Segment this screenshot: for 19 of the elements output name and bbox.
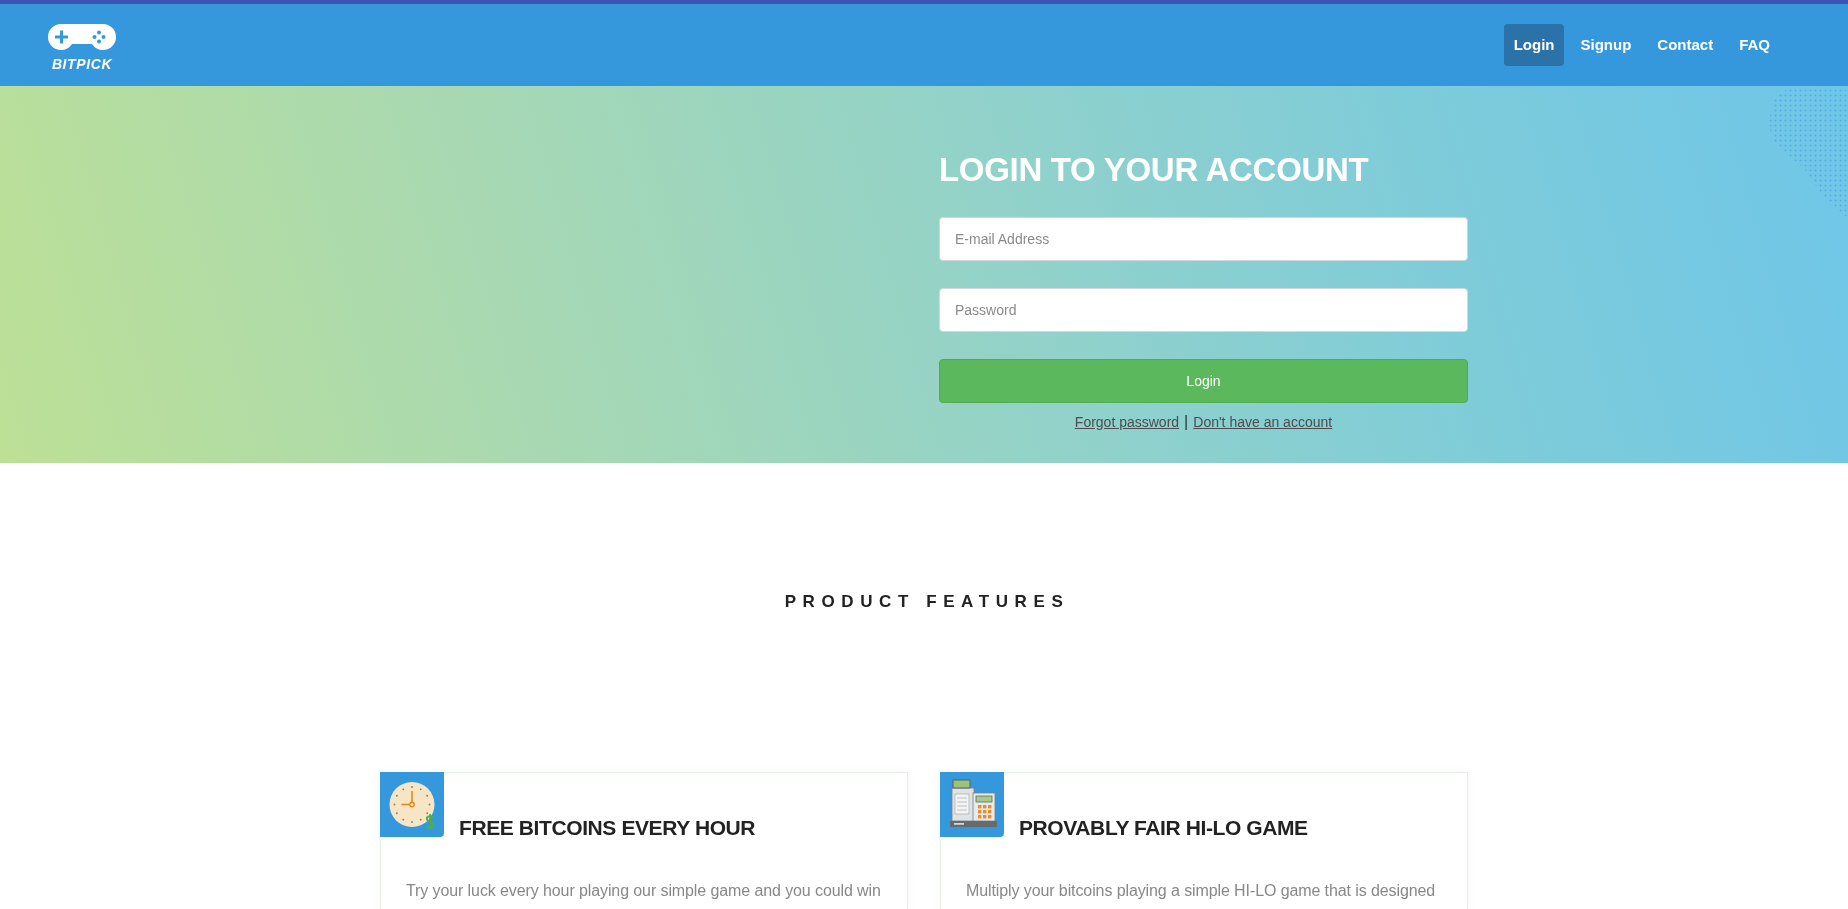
link-separator: | [1184,412,1189,432]
clock-icon [380,772,444,837]
feature-description: Try your luck every hour playing our simple game and you could win [405,881,882,901]
form-title: LOGIN TO YOUR ACCOUNT [939,153,1370,186]
gamepad-icon[interactable] [48,23,116,50]
nav-link[interactable]: Login [1503,24,1565,66]
feature-title: PROVABLY FAIR HI-LO GAME [1019,817,1308,838]
section-title: PRODUCT FEATURES [783,592,1070,612]
no-account-link[interactable]: Don't have an account [1193,412,1333,432]
nav-link[interactable]: FAQ [1729,24,1780,66]
password-field[interactable]: Password [939,288,1468,332]
email-field[interactable]: E-mail Address [939,217,1468,261]
forgot-password-link[interactable]: Forgot password [1074,412,1180,432]
feature-title: FREE BITCOINS EVERY HOUR [459,817,756,838]
nav-link[interactable]: Signup [1570,24,1642,66]
feature-description: Multiply your bitcoins playing a simple HI-LO game that is designed [965,881,1437,901]
login-button[interactable]: Login [939,359,1468,403]
nav-link[interactable]: Contact [1647,24,1724,66]
brand-name[interactable]: BITPICK [51,56,113,71]
